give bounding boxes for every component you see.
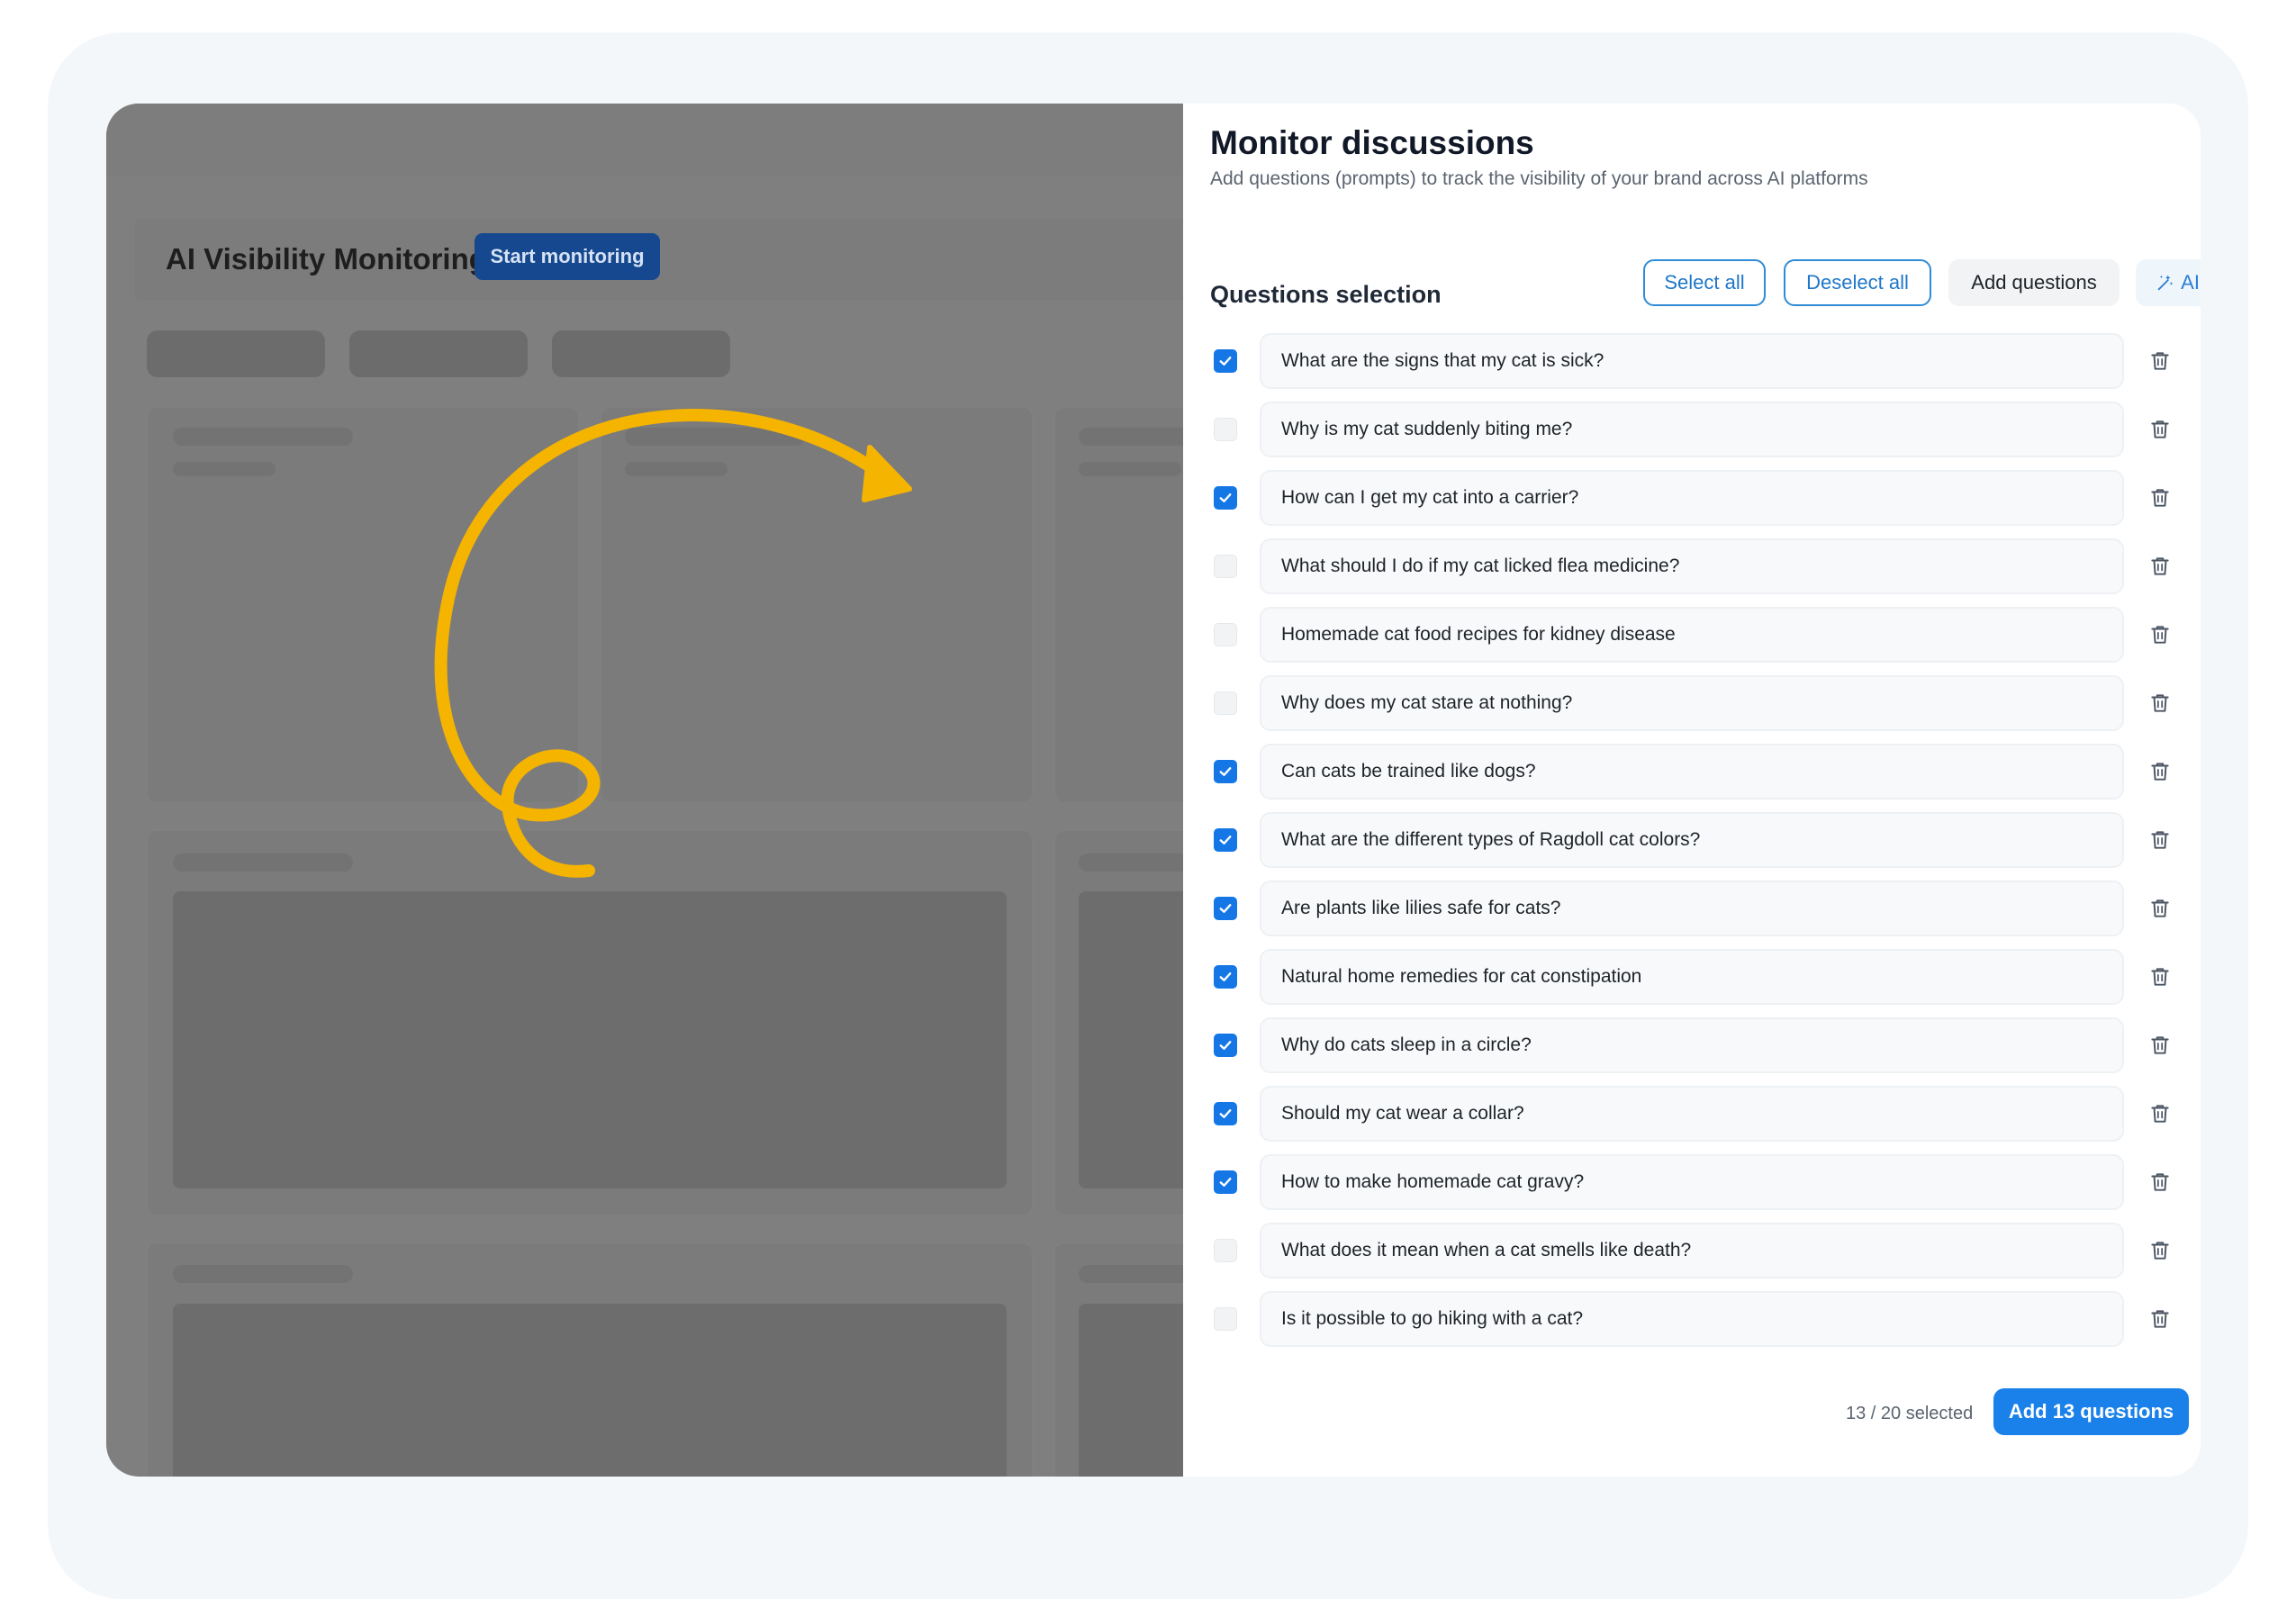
trash-icon[interactable]: [2148, 965, 2172, 989]
question-checkbox[interactable]: [1214, 760, 1237, 783]
panel-title: Monitor discussions: [1210, 124, 1534, 161]
checkmark-icon: [1219, 972, 1232, 981]
trash-icon[interactable]: [2148, 623, 2172, 646]
trash-icon[interactable]: [2148, 1239, 2172, 1262]
trash-icon[interactable]: [2148, 349, 2172, 373]
question-text[interactable]: What are the signs that my cat is sick?: [1260, 333, 2124, 389]
question-checkbox[interactable]: [1214, 1170, 1237, 1194]
trash-icon[interactable]: [2148, 760, 2172, 783]
question-checkbox[interactable]: [1214, 897, 1237, 920]
question-checkbox[interactable]: [1214, 555, 1237, 578]
question-text[interactable]: Why does my cat stare at nothing?: [1260, 675, 2124, 731]
ai-suggest-label: AI Suggest: [2181, 271, 2201, 294]
question-checkbox[interactable]: [1214, 486, 1237, 510]
magic-wand-icon: [2157, 275, 2174, 291]
question-row: What are the signs that my cat is sick?: [1183, 333, 2201, 389]
question-checkbox[interactable]: [1214, 418, 1237, 441]
trash-icon[interactable]: [2148, 1307, 2172, 1331]
question-text[interactable]: Natural home remedies for cat constipati…: [1260, 949, 2124, 1005]
trash-icon[interactable]: [2148, 1102, 2172, 1125]
question-row: How can I get my cat into a carrier?: [1183, 470, 2201, 526]
deselect-all-button[interactable]: Deselect all: [1784, 259, 1931, 306]
checkmark-icon: [1219, 357, 1232, 366]
question-text[interactable]: How can I get my cat into a carrier?: [1260, 470, 2124, 526]
trash-icon[interactable]: [2148, 691, 2172, 715]
curved-arrow-illustration: [434, 409, 912, 878]
question-row: What are the different types of Ragdoll …: [1183, 812, 2201, 868]
checkmark-icon: [1219, 1178, 1232, 1187]
question-checkbox[interactable]: [1214, 1034, 1237, 1057]
question-checkbox[interactable]: [1214, 691, 1237, 715]
add-questions-button[interactable]: Add questions: [1948, 259, 2120, 306]
question-text[interactable]: Why is my cat suddenly biting me?: [1260, 402, 2124, 457]
question-text[interactable]: How to make homemade cat gravy?: [1260, 1154, 2124, 1210]
question-row: What does it mean when a cat smells like…: [1183, 1223, 2201, 1278]
checkmark-icon: [1219, 493, 1232, 502]
question-text[interactable]: What does it mean when a cat smells like…: [1260, 1223, 2124, 1278]
question-checkbox[interactable]: [1214, 828, 1237, 852]
select-all-button[interactable]: Select all: [1643, 259, 1766, 306]
question-checkbox[interactable]: [1214, 349, 1237, 373]
trash-icon[interactable]: [2148, 1034, 2172, 1057]
question-text[interactable]: Should my cat wear a collar?: [1260, 1086, 2124, 1142]
question-checkbox[interactable]: [1214, 1102, 1237, 1125]
question-text[interactable]: What are the different types of Ragdoll …: [1260, 812, 2124, 868]
question-row: Why is my cat suddenly biting me?: [1183, 402, 2201, 457]
ai-suggest-button[interactable]: AI Suggest: [2136, 259, 2201, 306]
question-row: Are plants like lilies safe for cats?: [1183, 881, 2201, 936]
question-text[interactable]: Are plants like lilies safe for cats?: [1260, 881, 2124, 936]
background-app-overlay: AI Visibility Monitoring Start monitorin…: [106, 104, 1183, 1477]
checkmark-icon: [1219, 836, 1232, 845]
question-row: Is it possible to go hiking with a cat?: [1183, 1291, 2201, 1347]
checkmark-icon: [1219, 767, 1232, 776]
question-text[interactable]: Why do cats sleep in a circle?: [1260, 1017, 2124, 1073]
selected-count: 13 / 20 selected: [1846, 1404, 1974, 1423]
trash-icon[interactable]: [2148, 486, 2172, 510]
question-row: Should my cat wear a collar?: [1183, 1086, 2201, 1142]
question-row: Homemade cat food recipes for kidney dis…: [1183, 607, 2201, 663]
question-text[interactable]: Homemade cat food recipes for kidney dis…: [1260, 607, 2124, 663]
questions-list: What are the signs that my cat is sick? …: [1183, 333, 2201, 1360]
checkmark-icon: [1219, 904, 1232, 913]
question-row: Why does my cat stare at nothing?: [1183, 675, 2201, 731]
add-selected-questions-button[interactable]: Add 13 questions: [1993, 1388, 2189, 1435]
question-row: Can cats be trained like dogs?: [1183, 744, 2201, 800]
question-row: Why do cats sleep in a circle?: [1183, 1017, 2201, 1073]
question-row: What should I do if my cat licked flea m…: [1183, 538, 2201, 594]
question-checkbox[interactable]: [1214, 623, 1237, 646]
trash-icon[interactable]: [2148, 1170, 2172, 1194]
question-row: How to make homemade cat gravy?: [1183, 1154, 2201, 1210]
trash-icon[interactable]: [2148, 555, 2172, 578]
question-text[interactable]: Is it possible to go hiking with a cat?: [1260, 1291, 2124, 1347]
app-screen: AI Visibility Monitoring Start monitorin…: [106, 104, 2201, 1477]
checkmark-icon: [1219, 1109, 1232, 1118]
question-checkbox[interactable]: [1214, 965, 1237, 989]
question-row: Natural home remedies for cat constipati…: [1183, 949, 2201, 1005]
trash-icon[interactable]: [2148, 897, 2172, 920]
trash-icon[interactable]: [2148, 828, 2172, 852]
section-title: Questions selection: [1210, 281, 1442, 308]
panel-subtitle: Add questions (prompts) to track the vis…: [1210, 168, 1868, 189]
trash-icon[interactable]: [2148, 418, 2172, 441]
monitor-discussions-panel: Monitor discussions Add questions (promp…: [1183, 104, 2201, 1477]
checkmark-icon: [1219, 1041, 1232, 1050]
question-text[interactable]: What should I do if my cat licked flea m…: [1260, 538, 2124, 594]
question-text[interactable]: Can cats be trained like dogs?: [1260, 744, 2124, 800]
question-checkbox[interactable]: [1214, 1307, 1237, 1331]
question-checkbox[interactable]: [1214, 1239, 1237, 1262]
